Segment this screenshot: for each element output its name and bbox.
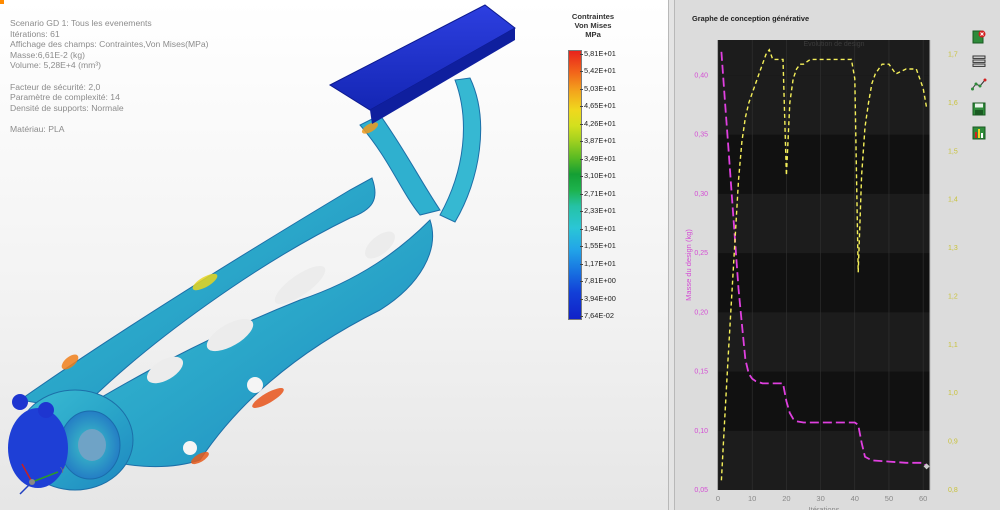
- y-left-tick-label: 0,40: [694, 73, 708, 80]
- legend-color-scale: [568, 50, 582, 320]
- legend-title-2: Von Mises: [574, 21, 612, 30]
- legend-title-3: MPa: [585, 30, 601, 39]
- legend-value: 3,94E+00: [580, 293, 616, 303]
- y-left-tick-label: 0,25: [694, 250, 708, 257]
- close-chart-icon: [972, 30, 986, 44]
- y-right-tick-label: 1,0: [948, 390, 958, 397]
- x-tick-label: 10: [748, 494, 756, 503]
- model-hub-center: [78, 429, 106, 461]
- legend-value: 5,81E+01: [580, 49, 616, 58]
- generative-design-panel: Graphe de conception générative Evolutio…: [675, 0, 1000, 510]
- legend-value: 3,10E+01: [580, 171, 616, 181]
- export-chart-icon: [972, 126, 986, 140]
- triad-y-label: Y: [60, 466, 66, 475]
- coordinate-triad-icon: [19, 463, 59, 495]
- model-hole-2: [183, 441, 197, 455]
- legend-value: 2,33E+01: [580, 206, 616, 216]
- y-right-tick-label: 1,5: [948, 148, 958, 155]
- plot-band: [718, 193, 930, 254]
- chart-toolbar: [970, 28, 992, 148]
- legend-value: 7,81E+00: [580, 276, 616, 286]
- chart-title: Evolution de design: [803, 41, 864, 48]
- legend-values: 5,81E+01 5,42E+01 5,03E+01 4,65E+01 4,26E+01…: [580, 49, 636, 320]
- x-tick-label: 30: [816, 494, 824, 503]
- legend-value: 7,64E-02: [580, 311, 614, 320]
- legend-value: 3,87E+01: [580, 136, 616, 146]
- y-left-tick-label: 0,15: [694, 369, 708, 376]
- curve-button[interactable]: [970, 76, 988, 94]
- legend-value: 3,49E+01: [580, 153, 616, 163]
- x-tick-label: 50: [885, 494, 893, 503]
- plot-band: [718, 430, 930, 490]
- save-chart-icon: [972, 102, 986, 116]
- y-left-tick-label: 0,30: [694, 191, 708, 198]
- y-right-tick-label: 1,3: [948, 245, 958, 252]
- legend-value: 1,94E+01: [580, 223, 616, 233]
- export-chart-button[interactable]: [970, 124, 988, 142]
- x-tick-label: 0: [716, 494, 720, 503]
- legend-value: 1,55E+01: [580, 241, 616, 251]
- legend-value: 2,71E+01: [580, 188, 616, 198]
- graphics-viewport[interactable]: Scenario GD 1: Tous les evenements Itéra…: [0, 0, 668, 510]
- y-left-tick-label: 0,05: [694, 487, 708, 494]
- close-chart-button[interactable]: [970, 28, 988, 46]
- y-left-tick-label: 0,10: [694, 428, 708, 435]
- legend-value: 4,26E+01: [580, 118, 616, 128]
- y-right-tick-label: 1,6: [948, 100, 958, 107]
- plot-band: [718, 75, 930, 135]
- list-icon: [972, 55, 986, 67]
- legend-value: 5,03E+01: [580, 83, 616, 93]
- y-right-tick-label: 1,7: [948, 52, 958, 59]
- y-right-tick-label: 0,8: [948, 487, 958, 494]
- y-left-axis-label: Masse du design (kg): [684, 229, 693, 301]
- list-button[interactable]: [970, 52, 988, 70]
- model-boss-1: [12, 394, 28, 410]
- y-right-tick-label: 0,9: [948, 439, 958, 446]
- legend-title-1: Contraintes: [571, 12, 615, 21]
- save-chart-button[interactable]: [970, 100, 988, 118]
- legend-value: 1,17E+01: [580, 258, 616, 268]
- design-evolution-chart: Evolution de design 0,40 0,35 0,30 0,25 0,20 0…: [675, 30, 974, 510]
- legend-value: 4,65E+01: [580, 101, 616, 111]
- model-strut-2: [439, 77, 482, 223]
- y-right-tick-label: 1,4: [948, 197, 958, 204]
- y-right-axis-label: Facteur de sécurité: [965, 233, 967, 297]
- y-right-tick-label: 1,1: [948, 342, 958, 349]
- x-axis-label: Itérations: [809, 505, 840, 510]
- curve-icon: [971, 78, 987, 91]
- model-hole-1: [247, 377, 263, 393]
- panel-title: Graphe de conception générative: [692, 14, 810, 23]
- y-left-tick-label: 0,35: [694, 132, 708, 139]
- x-tick-label: 60: [919, 494, 927, 503]
- y-left-tick-label: 0,20: [694, 309, 708, 316]
- plot-band: [718, 312, 930, 372]
- x-tick-label: 20: [782, 494, 790, 503]
- stress-legend: Contraintes Von Mises MPa 5,81E+01 5,42E+…: [568, 12, 636, 320]
- legend-value: 5,42E+01: [580, 66, 616, 76]
- model-boss-2: [38, 402, 54, 418]
- x-tick-label: 40: [851, 494, 859, 503]
- y-right-tick-label: 1,2: [948, 293, 958, 300]
- pane-splitter[interactable]: [668, 0, 675, 510]
